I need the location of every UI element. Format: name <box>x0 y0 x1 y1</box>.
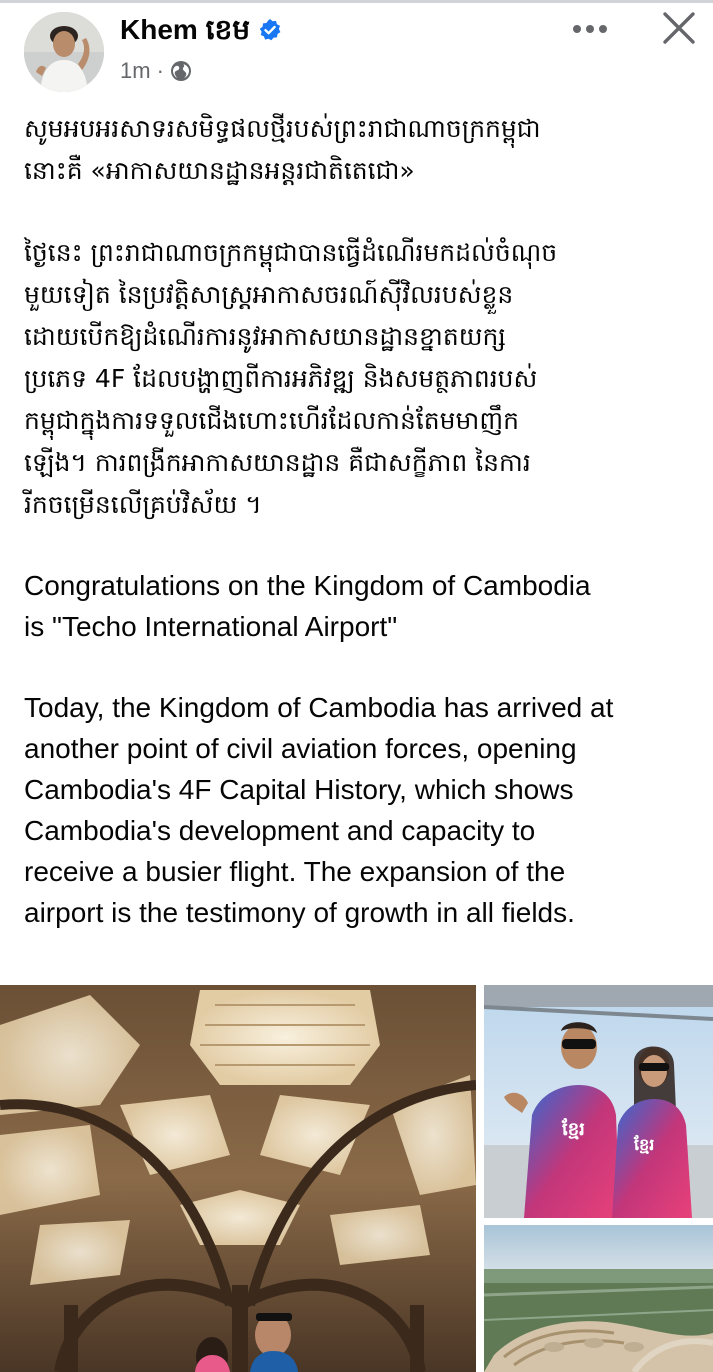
km-body-line: រីកចម្រើនលើគ្រប់វិស័យ ។ <box>24 490 262 519</box>
verified-badge-icon <box>258 18 282 42</box>
more-dots-icon <box>573 25 607 33</box>
couple-selfie-photo[interactable]: ខ្មែរ ខ្មែរ <box>484 985 713 1218</box>
en-body-line: receive a busier flight. The expansion o… <box>24 856 566 887</box>
post-header: Khem ខេម 1m · <box>0 3 713 95</box>
en-intro-line: is "Techo International Airport" <box>24 611 398 642</box>
km-body-line: ឡើង។ ការពង្រីកអាកាសយានដ្ឋាន គឺជាសក្ខីភាព… <box>24 448 531 477</box>
more-options-button[interactable] <box>566 15 614 43</box>
km-intro-line: នោះគឺ «អាកាសយានដ្ឋានអន្តរជាតិតេជោ» <box>24 156 415 185</box>
km-body-line: កម្ពុជាក្នុងការទទួលជើងហោះហើរដែលកាន់តែមមា… <box>24 406 519 435</box>
km-body-line: ថ្ងៃនេះ ព្រះរាជាណាចក្រកម្ពុជាបានធ្វើដំណើ… <box>24 238 558 267</box>
km-body-line: ដោយបើកឱ្យដំណើរការនូវអាកាសយានដ្ឋានខ្នាតយក… <box>24 322 506 351</box>
airport-aerial-photo[interactable] <box>484 1225 713 1372</box>
en-body-line: Cambodia's development and capacity to <box>24 815 536 846</box>
en-body-line: Cambodia's 4F Capital History, which sho… <box>24 774 574 805</box>
author-name[interactable]: Khem ខេម <box>120 13 250 47</box>
en-intro-line: Congratulations on the Kingdom of Cambod… <box>24 570 591 601</box>
post-text: សូមអបអរសាទរសមិទ្ធផលថ្មីរបស់ព្រះរាជាណាចក្… <box>24 108 696 933</box>
svg-text:ខ្មែរ: ខ្មែរ <box>561 1117 585 1140</box>
timestamp[interactable]: 1m <box>120 58 151 84</box>
meta-separator: · <box>156 58 164 83</box>
close-icon <box>663 12 695 44</box>
post-meta: 1m · <box>120 58 192 84</box>
author-row: Khem ខេម <box>120 13 282 47</box>
km-body-line: ប្រភេទ 4F ដែលបង្ហាញពីការអភិវឌ្ឍ និងសមត្ថ… <box>24 364 538 393</box>
en-body-line: airport is the testimony of growth in al… <box>24 897 575 928</box>
globe-icon[interactable] <box>170 60 192 82</box>
close-button[interactable] <box>656 5 702 51</box>
en-body-line: Today, the Kingdom of Cambodia has arriv… <box>24 692 614 723</box>
km-body-line: មួយទៀត នៃប្រវត្តិសាស្ត្រអាកាសចរណ៍ស៊ីវិលរ… <box>24 280 514 309</box>
km-intro-line: សូមអបអរសាទរសមិទ្ធផលថ្មីរបស់ព្រះរាជាណាចក្… <box>24 114 541 143</box>
airport-terminal-interior-photo[interactable] <box>0 985 476 1372</box>
en-body-line: another point of civil aviation forces, … <box>24 733 577 764</box>
avatar[interactable] <box>24 12 104 92</box>
svg-text:ខ្មែរ: ខ្មែរ <box>633 1134 654 1154</box>
